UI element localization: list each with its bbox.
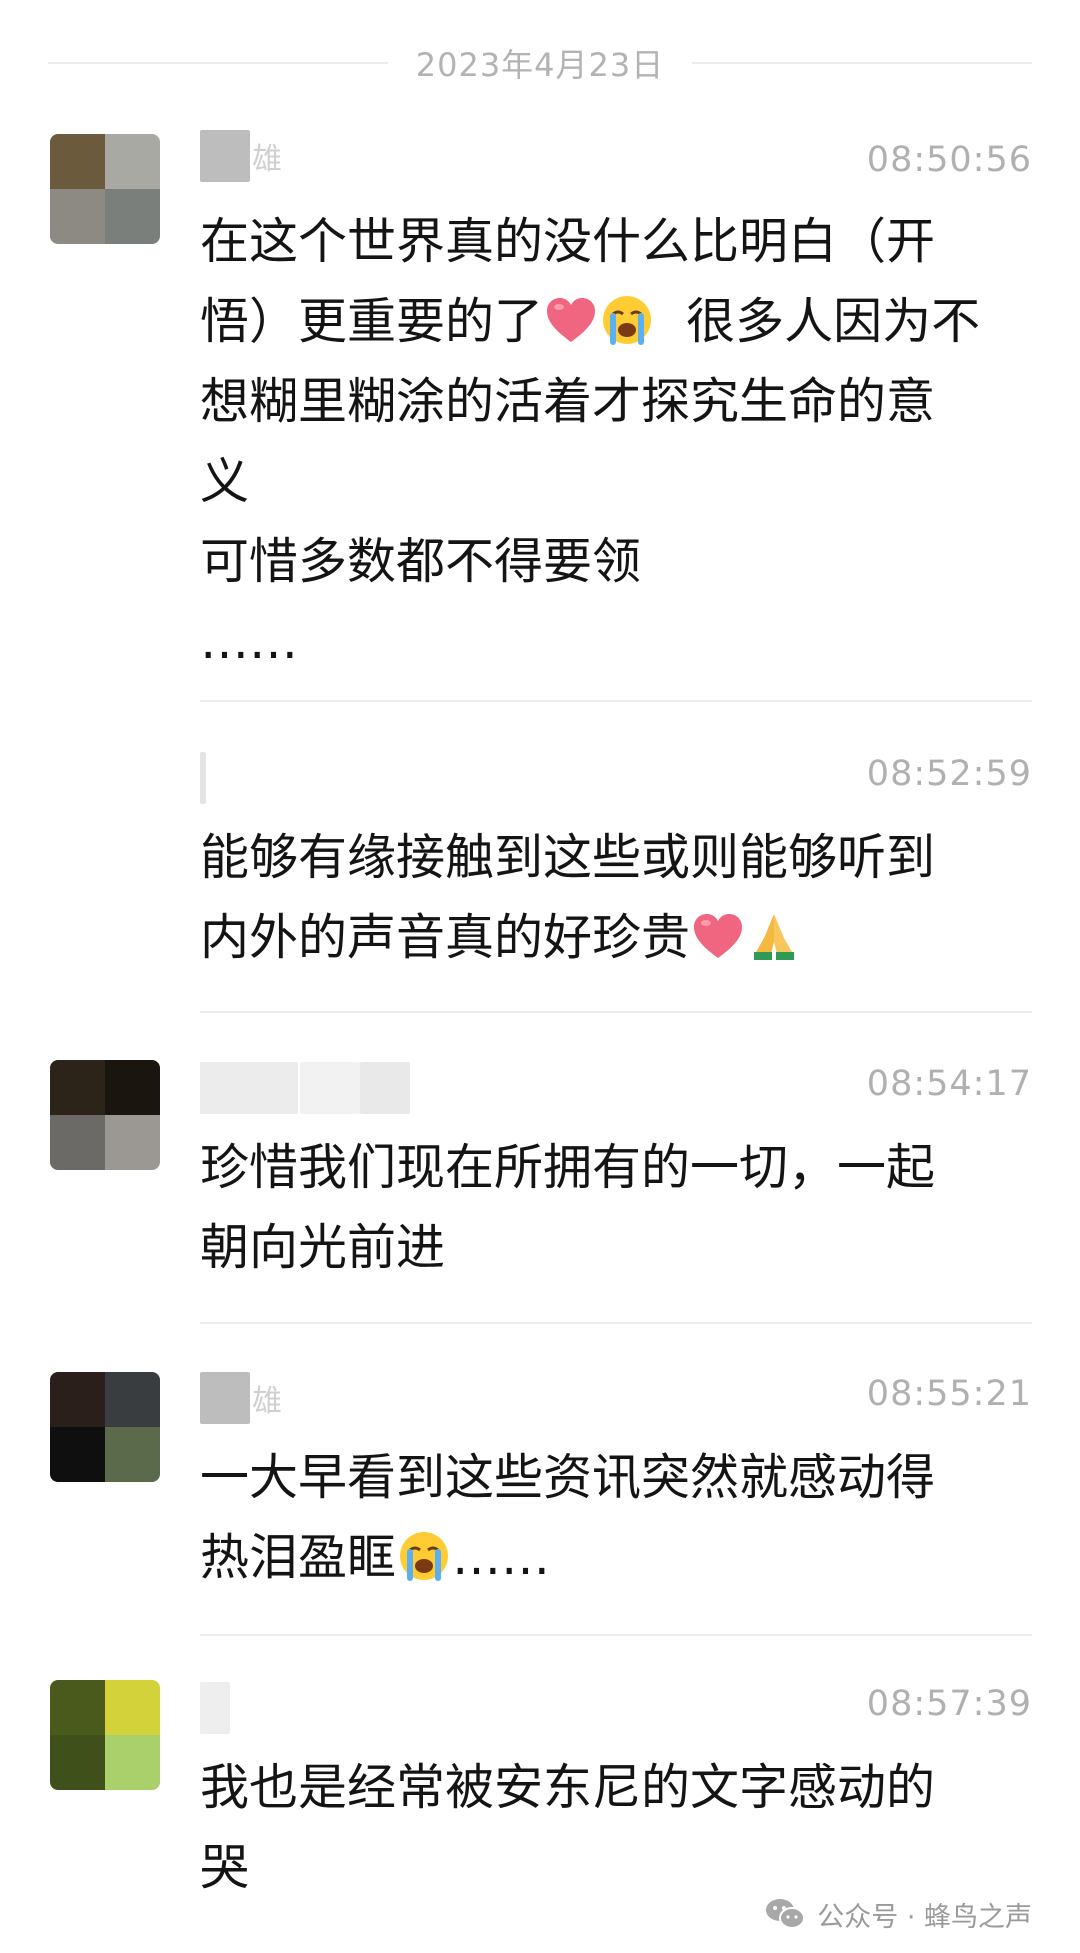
comment-line: 热泪盈眶 …… [200, 1518, 1040, 1598]
comment-text-segment: …… [200, 613, 298, 670]
avatar-mosaic-tile [50, 189, 105, 244]
comment-text-segment: 能够有缘接触到这些或则能够听到 [200, 829, 936, 886]
comment-text-segment: 内外的声音真的好珍贵 [200, 909, 691, 966]
divider-line-left [48, 62, 388, 64]
username[interactable] [200, 1060, 410, 1116]
comment-text-segment: 哭 [200, 1839, 250, 1896]
avatar-mosaic-tile [50, 1427, 105, 1482]
comment-text-segment: 很多人因为不 [655, 293, 981, 350]
username[interactable] [200, 1680, 230, 1736]
crying-emoji [400, 1532, 449, 1581]
redacted-name [360, 1062, 410, 1114]
avatar-mosaic-tile [105, 1427, 160, 1482]
comment-line: 一大早看到这些资讯突然就感动得 [200, 1438, 1040, 1518]
comment-text-segment: 朝向光前进 [200, 1219, 446, 1276]
avatar-mosaic-tile [105, 134, 160, 189]
comment-line: 珍惜我们现在所拥有的一切，一起 [200, 1128, 1040, 1208]
comment-line: 在这个世界真的没什么比明白（开 [200, 202, 1040, 282]
wechat-icon [766, 1899, 806, 1929]
avatar-mosaic-tile [105, 1735, 160, 1790]
username[interactable]: 雄 [200, 1370, 282, 1426]
avatar-mosaic-tile [50, 1115, 105, 1170]
date-label: 2023年4月23日 [415, 46, 665, 84]
comment-text-segment: 义 [200, 453, 250, 510]
divider-line-right [692, 62, 1032, 64]
separator [200, 1634, 1032, 1636]
avatar[interactable] [50, 1372, 160, 1482]
date-divider: 2023年4月23日 [48, 28, 1032, 98]
avatar-mosaic-tile [50, 134, 105, 189]
redacted-name [200, 1062, 298, 1114]
watermark: 公众号 · 蜂鸟之声 [765, 1889, 1032, 1939]
redacted-name [200, 752, 206, 804]
comment-text-segment: 我也是经常被安东尼的文字感动的 [200, 1759, 936, 1816]
avatar-mosaic-tile [50, 1060, 105, 1115]
username-tail: 雄 [252, 142, 282, 177]
crying-emoji [603, 296, 652, 345]
timestamp: 08:54:17 [866, 1064, 1032, 1104]
separator [200, 1322, 1032, 1324]
comment-text-segment: 悟）更重要的了 [200, 293, 544, 350]
avatar[interactable] [50, 1060, 160, 1170]
comment-text-segment: …… [452, 1529, 551, 1586]
avatar-mosaic-tile [105, 1115, 160, 1170]
heart-emoji [694, 914, 743, 958]
comment-text-segment: 热泪盈眶 [200, 1529, 397, 1586]
redacted-name [300, 1062, 360, 1114]
timestamp: 08:55:21 [866, 1374, 1032, 1414]
username[interactable]: 雄 [200, 128, 282, 184]
avatar-mosaic-tile [105, 1060, 160, 1115]
comment-text-segment: 一大早看到这些资讯突然就感动得 [200, 1449, 936, 1506]
comment-text-segment: 想糊里糊涂的活着才探究生命的意 [200, 373, 936, 430]
separator [200, 700, 1032, 702]
comment-text: 珍惜我们现在所拥有的一切，一起 朝向光前进 [200, 1128, 1040, 1288]
pray-emoji [754, 914, 795, 960]
timestamp: 08:50:56 [866, 140, 1032, 180]
redacted-name [200, 130, 250, 182]
redacted-name [200, 1682, 230, 1734]
username-tail: 雄 [252, 1384, 282, 1419]
watermark-text: 公众号 · 蜂鸟之声 [817, 1901, 1032, 1933]
comment-text: 一大早看到这些资讯突然就感动得 热泪盈眶 …… [200, 1438, 1040, 1598]
username[interactable] [200, 750, 206, 806]
comment-line: 悟）更重要的了 很多人因为不 [200, 282, 1040, 362]
avatar[interactable] [50, 134, 160, 244]
comment-line: 内外的声音真的好珍贵 [200, 898, 1040, 978]
redacted-name [200, 1372, 250, 1424]
comment-line: 想糊里糊涂的活着才探究生命的意 [200, 362, 1040, 442]
heart-emoji [547, 298, 596, 342]
comment-line: 朝向光前进 [200, 1208, 1040, 1288]
avatar-mosaic-tile [105, 189, 160, 244]
avatar-mosaic-tile [105, 1372, 160, 1427]
avatar[interactable] [50, 1680, 160, 1790]
avatar-mosaic-tile [50, 1680, 105, 1735]
avatar-mosaic-tile [50, 1735, 105, 1790]
comment-line: …… [200, 602, 1040, 682]
avatar-mosaic-tile [50, 1372, 105, 1427]
comment-text-segment: 在这个世界真的没什么比明白（开 [200, 213, 936, 270]
avatar-mosaic-tile [105, 1680, 160, 1735]
comment-text-segment: 可惜多数都不得要领 [200, 533, 642, 590]
comment-line: 义 [200, 442, 1040, 522]
comment-text: 我也是经常被安东尼的文字感动的哭 [200, 1748, 1040, 1908]
timestamp: 08:52:59 [866, 754, 1032, 794]
comment-line: 能够有缘接触到这些或则能够听到 [200, 818, 1040, 898]
comment-text-segment: 珍惜我们现在所拥有的一切，一起 [200, 1139, 936, 1196]
separator [200, 1011, 1032, 1013]
comment-text: 在这个世界真的没什么比明白（开 悟）更重要的了 很多人因为不 想糊里糊涂的活着才探究… [200, 202, 1040, 682]
comment-line: 可惜多数都不得要领 [200, 522, 1040, 602]
timestamp: 08:57:39 [866, 1684, 1032, 1724]
comment-text: 能够有缘接触到这些或则能够听到 内外的声音真的好珍贵 [200, 818, 1040, 978]
comment-line: 我也是经常被安东尼的文字感动的 [200, 1748, 1040, 1828]
